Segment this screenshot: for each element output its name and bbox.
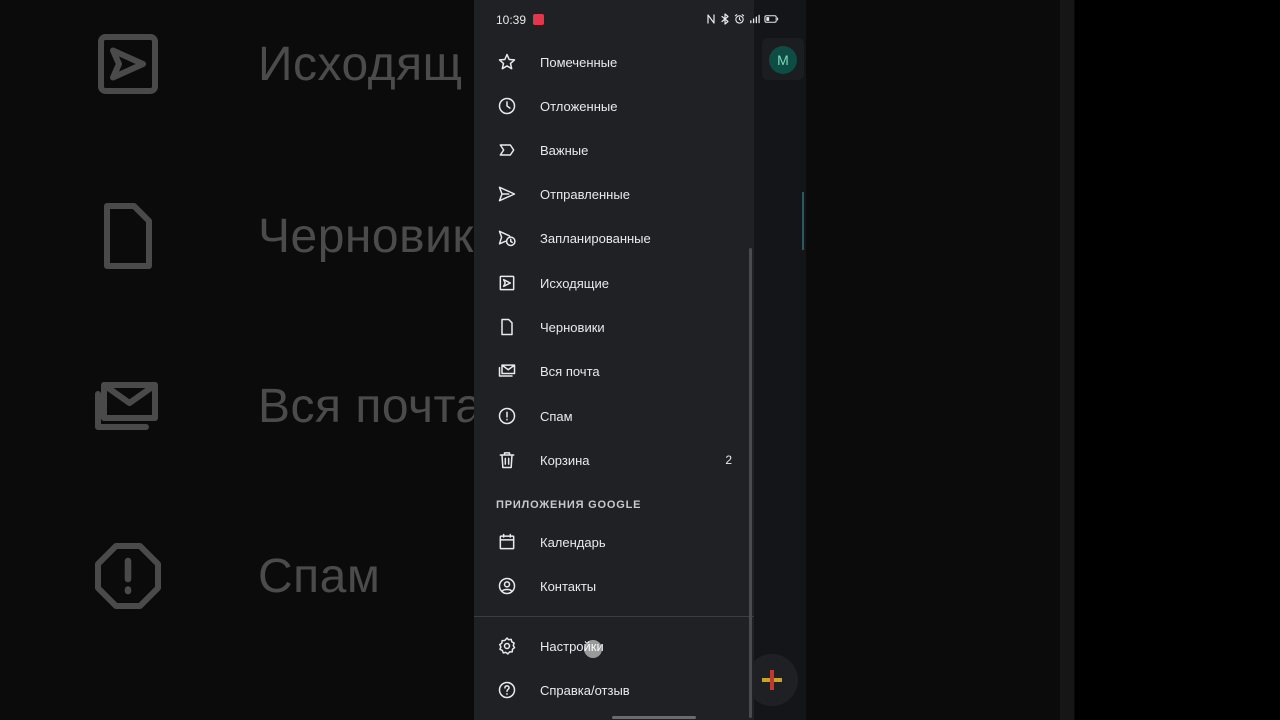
status-icons (706, 13, 779, 25)
bg-label: Исходящ (258, 37, 463, 91)
drawer-item-label: Спам (540, 408, 573, 424)
drawer-item-outbox[interactable]: Исходящие (474, 261, 754, 305)
bg-strip (1060, 0, 1074, 720)
outbox-icon (88, 24, 168, 104)
all-mail-icon (496, 360, 518, 382)
star-icon (496, 51, 518, 73)
section-google-apps: ПРИЛОЖЕНИЯ GOOGLE (496, 499, 642, 511)
touch-indicator (584, 640, 602, 658)
drawer-item-starred[interactable]: Помеченные (474, 40, 754, 84)
trash-count: 2 (725, 453, 732, 467)
gear-icon (496, 635, 518, 657)
home-indicator[interactable] (612, 716, 696, 719)
drawer-item-snoozed[interactable]: Отложенные (474, 84, 754, 128)
alarm-icon (734, 14, 745, 24)
status-time: 10:39 (496, 13, 527, 27)
drawer-item-label: Отложенные (540, 98, 618, 114)
drawer-item-all-mail[interactable]: Вся почта (474, 349, 754, 393)
contacts-icon (496, 575, 518, 597)
plus-icon-v (770, 670, 774, 690)
bg-label: Черновик (258, 209, 474, 263)
draft-icon (496, 316, 518, 338)
bg-row-outbox: Исходящ (88, 24, 463, 104)
all-mail-icon (88, 366, 168, 446)
drawer-item-help[interactable]: Справка/отзыв (474, 668, 754, 712)
bg-row-spam: Спам (88, 536, 380, 616)
drawer-item-label: Черновики (540, 319, 605, 335)
drawer-item-important[interactable]: Важные (474, 128, 754, 172)
help-icon (496, 679, 518, 701)
bg-right-panel (1075, 0, 1280, 720)
schedule-send-icon (496, 227, 518, 249)
navigation-drawer: Помеченные Отложенные Важные Отправленны… (474, 0, 754, 720)
drawer-item-label: Календарь (540, 534, 606, 550)
avatar[interactable]: M (769, 46, 797, 74)
label-important-icon (496, 139, 518, 161)
phone-screen: M Помеченные Отложенные Важные Отправлен… (474, 0, 806, 720)
drawer-item-settings[interactable]: Настройки (474, 624, 754, 668)
draft-icon (88, 196, 168, 276)
drawer-item-label: Контакты (540, 578, 597, 594)
drawer-item-trash[interactable]: Корзина 2 (474, 438, 754, 482)
outbox-icon (496, 272, 518, 294)
divider (474, 616, 754, 617)
drawer-item-label: Справка/отзыв (540, 682, 630, 698)
signal-icon (750, 14, 760, 24)
calendar-icon (496, 531, 518, 553)
status-bar: 10:39 (474, 0, 806, 40)
bg-row-drafts: Черновик (88, 196, 474, 276)
drawer-scrollbar[interactable] (749, 248, 752, 718)
drawer-item-label: Исходящие (540, 275, 609, 291)
notification-icon (533, 14, 544, 25)
bg-row-all-mail: Вся почта (88, 366, 483, 446)
drawer-item-calendar[interactable]: Календарь (474, 520, 754, 564)
inbox-behind-drawer: M (746, 0, 806, 720)
drawer-item-sent[interactable]: Отправленные (474, 172, 754, 216)
drawer-item-label: Помеченные (540, 54, 618, 70)
drawer-item-drafts[interactable]: Черновики (474, 305, 754, 349)
drawer-item-label: Важные (540, 142, 589, 158)
spam-icon (88, 536, 168, 616)
drawer-item-spam[interactable]: Спам (474, 394, 754, 438)
clock-icon (496, 95, 518, 117)
drawer-item-contacts[interactable]: Контакты (474, 564, 754, 608)
send-icon (496, 183, 518, 205)
drawer-item-label: Отправленные (540, 186, 630, 202)
spam-icon (496, 405, 518, 427)
drawer-item-scheduled[interactable]: Запланированные (474, 216, 754, 260)
nfc-icon (707, 14, 715, 24)
bg-label: Спам (258, 549, 381, 603)
scroll-edge (802, 192, 804, 250)
drawer-item-label: Вся почта (540, 363, 600, 379)
battery-icon (764, 15, 779, 23)
bg-label: Вся почта (258, 379, 483, 433)
trash-icon (496, 449, 518, 471)
bluetooth-icon (721, 13, 729, 25)
drawer-item-label: Запланированные (540, 230, 651, 246)
drawer-item-label: Корзина (540, 452, 590, 468)
